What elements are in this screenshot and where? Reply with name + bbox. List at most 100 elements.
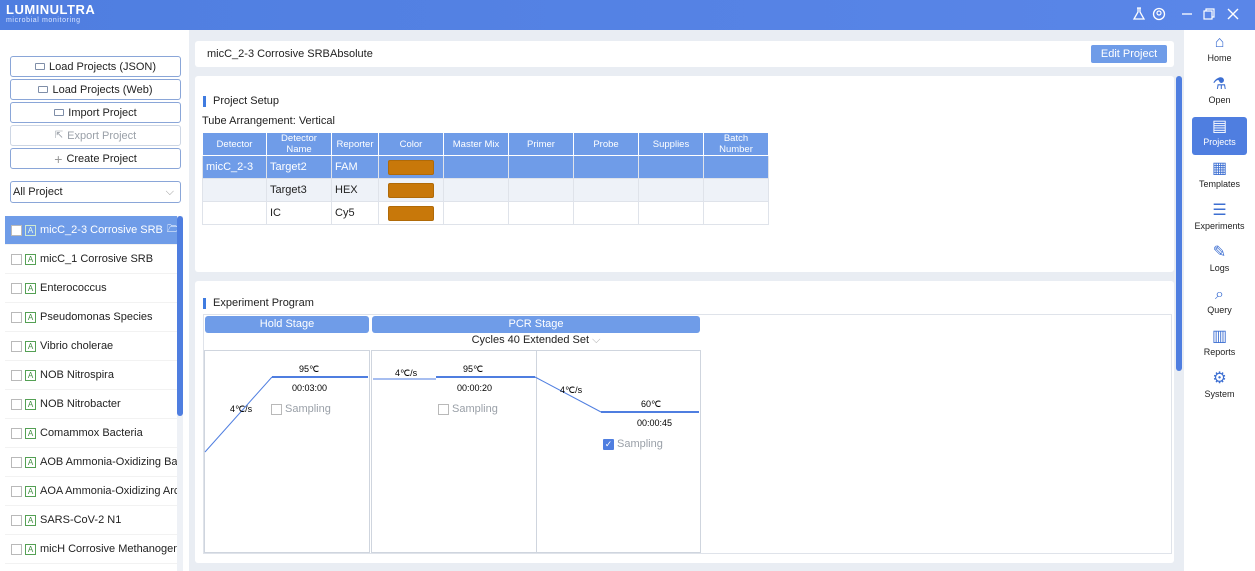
checkbox[interactable]	[11, 340, 22, 352]
color-swatch[interactable]	[388, 205, 434, 221]
nav-query[interactable]: ⌕ Query	[1192, 285, 1247, 323]
gear-icon: ⚙	[1212, 370, 1227, 387]
folder-icon	[38, 86, 49, 93]
master-mix-cell	[443, 178, 509, 202]
button-label: Load Projects (JSON)	[49, 60, 156, 73]
export-project-button[interactable]: ⇱ Export Project	[10, 125, 181, 146]
checkbox[interactable]	[11, 311, 22, 323]
nav-experiments[interactable]: ☰ Experiments	[1192, 201, 1247, 239]
color-cell[interactable]	[378, 155, 444, 179]
project-list-item[interactable]: A Pseudomonas Species	[5, 303, 177, 332]
checkbox-box[interactable]	[438, 403, 449, 415]
color-swatch[interactable]	[388, 182, 434, 198]
load-projects-json-button[interactable]: Load Projects (JSON)	[10, 56, 181, 77]
project-sidebar: Load Projects (JSON) Load Projects (Web)…	[0, 30, 189, 571]
checkbox-box[interactable]	[271, 403, 282, 415]
close-icon[interactable]	[1226, 7, 1240, 21]
scrollbar-thumb[interactable]	[177, 216, 183, 416]
minimize-icon[interactable]	[1180, 7, 1194, 21]
probe-cell	[573, 178, 639, 202]
step1-time[interactable]: 00:00:20	[457, 383, 492, 393]
flask-icon[interactable]	[1132, 7, 1146, 21]
hold-sampling-checkbox[interactable]: Sampling	[271, 403, 331, 415]
query-icon: ⌕	[1215, 286, 1224, 303]
table-row[interactable]: micC_2-3 Target2 FAM	[202, 155, 769, 179]
nav-projects[interactable]: ▤ Projects	[1192, 117, 1247, 155]
hold-temp[interactable]: 95℃	[299, 364, 319, 374]
absolute-badge-icon: A	[25, 427, 36, 439]
absolute-badge-icon: A	[25, 224, 36, 236]
checkbox-checked-icon[interactable]: ✓	[603, 438, 614, 450]
nav-label: Open	[1208, 95, 1231, 105]
column-header: Supplies	[638, 132, 704, 156]
table-row[interactable]: Target3 HEX	[202, 178, 769, 202]
project-list-item[interactable]: A SARS-CoV-2 N1	[5, 506, 177, 535]
project-list-item[interactable]: AmicH Corrosive Methanogens	[5, 535, 177, 564]
absolute-badge-icon: A	[25, 398, 36, 410]
detector-name-cell: Target2	[266, 155, 332, 179]
sampling-label: Sampling	[617, 438, 663, 450]
supplies-cell	[638, 201, 704, 225]
checkbox[interactable]	[11, 398, 22, 410]
load-projects-web-button[interactable]: Load Projects (Web)	[10, 79, 181, 100]
quantification-mode: Absolute	[330, 48, 373, 60]
table-row[interactable]: IC Cy5	[202, 201, 769, 225]
step2-sampling-checkbox[interactable]: ✓ Sampling	[603, 438, 663, 450]
checkbox[interactable]	[11, 543, 22, 555]
checkbox[interactable]	[11, 514, 22, 526]
tube-arrangement-label: Tube Arrangement:	[202, 115, 296, 127]
nav-label: Templates	[1198, 179, 1241, 189]
project-list-item[interactable]: A Enterococcus	[5, 274, 177, 303]
nav-reports[interactable]: ▥ Reports	[1192, 327, 1247, 365]
restore-icon[interactable]	[1202, 7, 1216, 21]
edit-project-button[interactable]: Edit Project	[1091, 45, 1167, 63]
color-swatch[interactable]	[388, 159, 434, 175]
step1-sampling-checkbox[interactable]: Sampling	[438, 403, 498, 415]
hold-time[interactable]: 00:03:00	[292, 383, 327, 393]
project-list-item[interactable]: AmicC_1 Corrosive SRB	[5, 245, 177, 274]
folder-icon[interactable]: 🗁	[167, 222, 177, 239]
button-label: Create Project	[66, 152, 137, 165]
nav-system[interactable]: ⚙ System	[1192, 369, 1247, 407]
logs-icon: ✎	[1212, 244, 1227, 261]
import-project-button[interactable]: Import Project	[10, 102, 181, 123]
projects-icon: ▤	[1211, 118, 1228, 135]
project-list-item[interactable]: A Comammox Bacteria	[5, 419, 177, 448]
project-list-item[interactable]: A AOB Ammonia-Oxidizing Bact..	[5, 448, 177, 477]
primer-cell	[508, 178, 574, 202]
master-mix-cell	[443, 155, 509, 179]
checkbox[interactable]	[11, 282, 22, 294]
step2-temp[interactable]: 60℃	[641, 399, 661, 409]
project-list-item[interactable]: AmicC_2-3 Corrosive SRB🗁🗑	[5, 216, 177, 245]
project-list-item[interactable]: A NOB Nitrospira	[5, 361, 177, 390]
checkbox[interactable]	[11, 369, 22, 381]
nav-home[interactable]: ⌂ Home	[1192, 33, 1247, 71]
nav-templates[interactable]: ▦ Templates	[1192, 159, 1247, 197]
checkbox[interactable]	[11, 427, 22, 439]
project-list-item[interactable]: A NOB Nitrobacter	[5, 390, 177, 419]
checkbox[interactable]	[11, 485, 22, 497]
batch-number-cell	[703, 155, 769, 179]
nav-open[interactable]: ⚗ Open	[1192, 75, 1247, 113]
step2-time[interactable]: 00:00:45	[637, 418, 672, 428]
checkbox[interactable]	[11, 253, 22, 265]
primer-cell	[508, 155, 574, 179]
main-scrollbar[interactable]	[1176, 76, 1182, 371]
color-cell[interactable]	[378, 178, 444, 202]
column-header: Reporter	[331, 132, 379, 156]
color-cell[interactable]	[378, 201, 444, 225]
step1-temp[interactable]: 95℃	[463, 364, 483, 374]
checkbox[interactable]	[11, 224, 22, 236]
column-header: Primer	[508, 132, 574, 156]
project-list-item[interactable]: A AOA Ammonia-Oxidizing Arc...	[5, 477, 177, 506]
project-list-item[interactable]: A Vibrio cholerae	[5, 332, 177, 361]
checkbox[interactable]	[11, 456, 22, 468]
user-icon[interactable]	[1152, 7, 1166, 21]
project-list-scrollbar[interactable]	[177, 216, 183, 571]
nav-logs[interactable]: ✎ Logs	[1192, 243, 1247, 281]
project-filter-select[interactable]: All Project ⌵	[10, 181, 181, 203]
experiment-program-panel: Experiment Program Hold Stage PCR Stage …	[195, 281, 1174, 563]
open-icon: ⚗	[1212, 76, 1227, 93]
nav-label: Logs	[1209, 263, 1230, 273]
create-project-button[interactable]: + Create Project	[10, 148, 181, 169]
